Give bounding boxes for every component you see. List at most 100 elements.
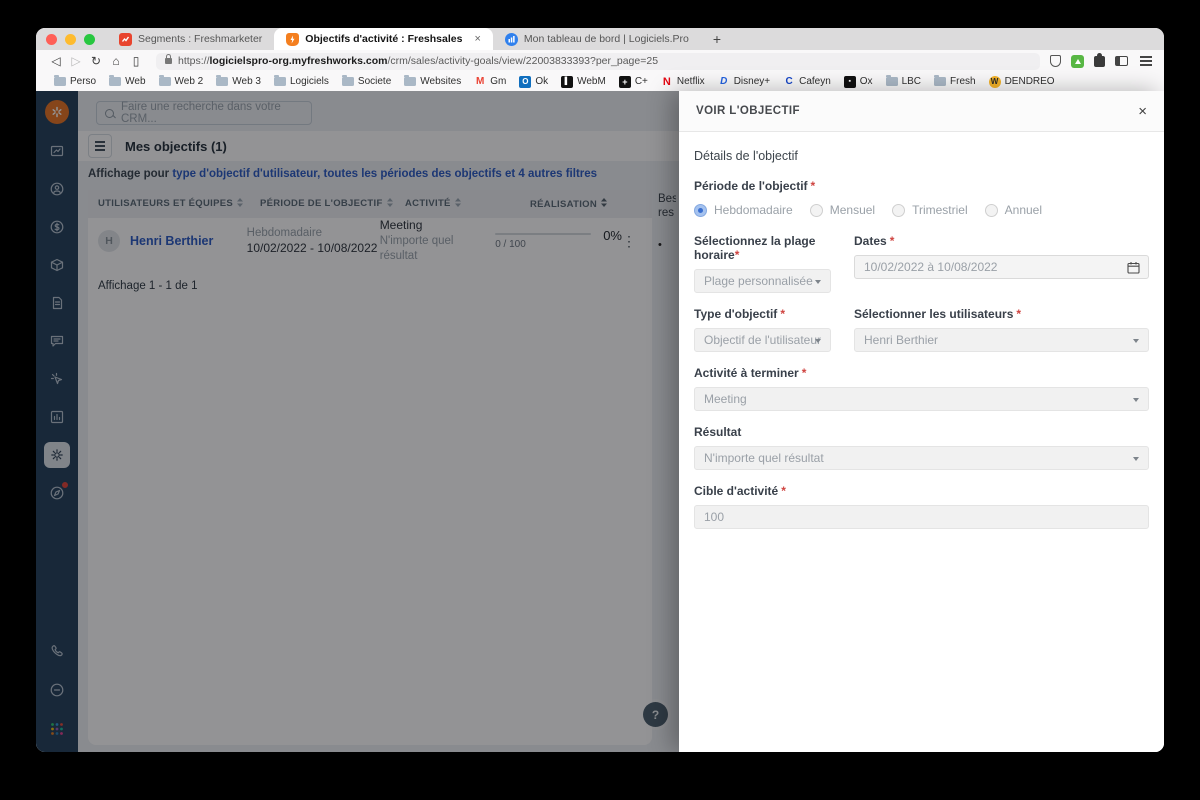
folder-icon [109,75,122,86]
bookmark-folder-websites[interactable]: Websites [398,75,467,87]
webm-icon: ▌ [561,75,574,88]
bookmark-netflix[interactable]: N Netflix [655,76,711,88]
required-asterisk: * [780,307,785,321]
ox-icon: ▪ [843,75,856,88]
netflix-icon: N [662,75,671,88]
folder-icon [934,75,947,86]
bookmark-folder-web2[interactable]: Web 2 [153,75,210,87]
window-controls [46,28,95,50]
folder-icon [885,75,898,86]
freshsales-favicon [286,32,300,46]
new-tab-button[interactable]: + [701,28,733,50]
tab-close-icon[interactable]: × [474,33,480,45]
back-icon[interactable]: ◁ [46,54,66,68]
folder-icon [216,75,229,86]
bookmark-disney-plus[interactable]: D Disney+ [712,76,776,88]
lock-icon [165,54,172,64]
result-field-label: Résultat [694,425,742,439]
bookmark-gmail[interactable]: M Gm [468,76,512,88]
view-goal-drawer: VOIR L'OBJECTIF × Détails de l'objectif … [679,91,1164,752]
outlook-icon: O [519,75,532,88]
bookmark-folder-societe[interactable]: Societe [336,75,397,87]
radio-mensuel[interactable]: Mensuel [809,203,875,217]
minimize-window-button[interactable] [65,33,76,45]
drawer-body: Détails de l'objectif Période de l'objec… [679,132,1164,560]
radio-icon[interactable] [892,203,906,217]
bookmark-folder-lbc[interactable]: LBC [880,75,927,87]
extensions-puzzle-icon[interactable] [1094,52,1105,67]
tab-label: Mon tableau de bord | Logiciels.Pro [523,33,689,45]
period-field-label: Période de l'objectif * [694,179,816,193]
radio-annuel[interactable]: Annuel [984,203,1042,217]
close-window-button[interactable] [46,33,57,45]
gmail-icon: M [476,76,485,87]
browser-window: Segments : Freshmarketer Objectifs d'act… [36,28,1164,752]
tracking-protection-shield-icon[interactable] [1050,55,1061,67]
radio-icon[interactable] [809,203,823,217]
bookmarks-bar: Perso Web Web 2 Web 3 Logiciels Societe … [36,72,1164,92]
tab-freshmarketer[interactable]: Segments : Freshmarketer [107,28,274,50]
tab-freshsales-active[interactable]: Objectifs d'activité : Freshsales × [274,28,493,50]
range-field-label: Sélectionnez la plage horaire* [694,234,816,262]
home-icon[interactable]: ⌂ [106,54,126,68]
folder-icon [341,75,354,86]
close-icon[interactable]: × [1138,104,1147,119]
reload-icon[interactable]: ↻ [86,54,106,68]
tab-label: Objectifs d'activité : Freshsales [305,33,463,45]
folder-icon [158,75,171,86]
tab-label: Segments : Freshmarketer [138,33,263,45]
bookmark-outlook[interactable]: O Ok [513,75,554,88]
range-select[interactable]: Plage personnalisée [694,269,831,293]
radio-trimestriel[interactable]: Trimestriel [892,203,968,217]
menu-hamburger-icon[interactable] [1140,60,1152,62]
bookmark-folder-logiciels[interactable]: Logiciels [268,75,335,87]
required-asterisk: * [801,366,807,380]
forward-icon[interactable]: ▷ [66,54,86,68]
browser-toolbar: ◁ ▷ ↻ ⌂ ▯ https://logicielspro-org.myfre… [36,50,1164,72]
type-field-label: Type d'objectif * [694,307,785,321]
activity-select[interactable]: Meeting [694,387,1149,411]
cafeyn-icon: C [785,76,793,87]
bookmark-webm[interactable]: ▌ WebM [555,75,612,88]
modal-dim-overlay[interactable] [36,91,679,752]
dates-field-label: Dates * [854,234,895,248]
folder-icon [54,75,66,86]
toolbar-right-icons [1050,52,1154,68]
radio-selected-icon[interactable] [694,203,707,217]
maximize-window-button[interactable] [84,33,95,45]
required-asterisk: * [1016,307,1022,321]
required-asterisk: * [889,234,895,248]
bookmark-cafeyn[interactable]: C Cafeyn [777,76,837,88]
drawer-header: VOIR L'OBJECTIF × [679,91,1164,132]
calendar-icon[interactable] [1127,261,1140,277]
section-title: Détails de l'objectif [694,149,798,163]
bookmark-folder-web3[interactable]: Web 3 [210,75,267,87]
users-field-label: Sélectionner les utilisateurs * [854,307,1022,321]
bookmark-ox[interactable]: ▪ Ox [838,75,879,88]
folder-icon [273,75,286,86]
green-extension-icon[interactable] [1071,54,1084,68]
c-plus-icon: + [618,75,631,88]
dates-input[interactable]: 10/02/2022 à 10/08/2022 [854,255,1149,279]
url-bar[interactable]: https://logicielspro-org.myfreshworks.co… [156,52,1040,70]
goal-type-select[interactable]: Objectif de l'utilisateur [694,328,831,352]
dendreo-icon: W [988,75,1001,88]
radio-icon[interactable] [984,203,998,217]
bookmark-c-plus[interactable]: + C+ [613,75,654,88]
tab-strip: Segments : Freshmarketer Objectifs d'act… [36,28,1164,50]
bookmark-library-icon[interactable]: ▯ [126,54,146,68]
sidebar-layout-icon[interactable] [1115,56,1128,66]
result-select[interactable]: N'importe quel résultat [694,446,1149,470]
bookmark-dendreo[interactable]: W DENDREO [983,75,1061,88]
users-select[interactable]: Henri Berthier [854,328,1149,352]
bookmark-folder-web[interactable]: Web [103,75,151,87]
drawer-title: VOIR L'OBJECTIF [696,105,800,117]
activity-field-label: Activité à terminer * [694,366,807,380]
bookmark-folder-fresh[interactable]: Fresh [928,75,982,87]
target-input[interactable]: 100 [694,505,1149,529]
radio-hebdomadaire[interactable]: Hebdomadaire [694,203,793,217]
disney-plus-icon: D [720,76,728,87]
required-asterisk: * [781,484,786,498]
tab-logiciels-pro[interactable]: Mon tableau de bord | Logiciels.Pro [493,28,701,50]
bookmark-folder-perso[interactable]: Perso [48,75,102,87]
